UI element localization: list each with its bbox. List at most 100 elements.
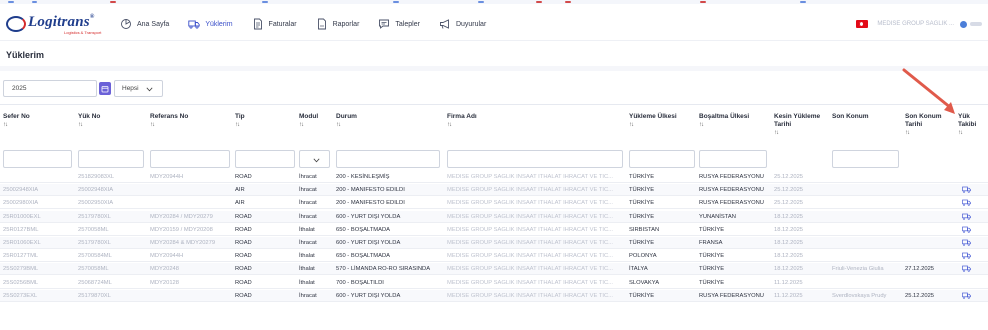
- nav-faturalar[interactable]: Faturalar: [252, 18, 297, 30]
- cell-modul: İhracat: [299, 174, 317, 180]
- cell-firma: MEDISE GROUP SAGLIK INSAAT ITHALAT IHRAC…: [447, 240, 614, 246]
- megaphone-icon: [439, 19, 449, 29]
- nav-duyurular[interactable]: Duyurular: [439, 18, 486, 30]
- filter-modul-select[interactable]: [299, 150, 330, 168]
- sort-icon[interactable]: ↑↓: [3, 121, 63, 129]
- sort-icon[interactable]: ↑↓: [235, 121, 275, 129]
- table-row[interactable]: 25002980XIA 25002950XIA AIR İhracat 200 - MA…: [0, 197, 988, 210]
- year-input[interactable]: 2025: [3, 80, 97, 97]
- turkey-flag-icon[interactable]: [856, 20, 869, 28]
- column-header-tip[interactable]: Tip ↑↓: [235, 113, 275, 147]
- avatar[interactable]: [960, 20, 967, 28]
- table-row[interactable]: 25002948XIA 25002948XIA AIR İhracat 200 - MA…: [0, 184, 988, 197]
- cell-konum: [832, 186, 902, 194]
- nav-raporlar[interactable]: Raporlar: [316, 18, 359, 30]
- cell-ref: MDY20128: [150, 279, 180, 286]
- cell-bosaltma: YUNANİSTAN: [699, 213, 736, 220]
- cell-sefer: 25R0127BML: [3, 226, 39, 233]
- browser-bookmark-strip: [0, 0, 988, 4]
- user-menu[interactable]: MEDISE GROUP SAGLIK ...: [856, 18, 982, 30]
- column-header-bosaltma-ulkesi[interactable]: Boşaltma Ülkesi ↑↓: [699, 113, 769, 147]
- sort-icon[interactable]: ↑↓: [958, 129, 986, 137]
- truck-tracking-icon[interactable]: [962, 213, 971, 220]
- sort-icon[interactable]: ↑↓: [905, 129, 945, 137]
- cell-yukleme: SLOVAKYA: [629, 279, 660, 286]
- cell-durum: 700 - BOŞALTILDI: [336, 279, 384, 286]
- truck-tracking-icon[interactable]: [962, 292, 971, 299]
- cell-durum: 200 - KESİNLEŞMİŞ: [336, 174, 390, 180]
- cell-durum: 650 - BOŞALTMADA: [336, 226, 391, 233]
- nav-talepler[interactable]: Talepler: [378, 18, 420, 30]
- cell-firma: MEDISE GROUP SAGLIK INSAAT ITHALAT IHRAC…: [447, 226, 614, 233]
- sort-icon[interactable]: ↑↓: [629, 121, 695, 129]
- sort-icon[interactable]: ↑↓: [774, 129, 828, 137]
- table-row[interactable]: 25S0279BML 2570058ML MDY20248 ROAD İthalat 57…: [0, 263, 988, 276]
- truck-tracking-icon[interactable]: [962, 226, 971, 233]
- calendar-button[interactable]: [99, 82, 111, 95]
- cell-tip: AIR: [235, 187, 245, 194]
- filter-firma-adi-input[interactable]: [447, 150, 623, 168]
- sort-icon[interactable]: ↑↓: [447, 121, 597, 129]
- table-row[interactable]: 25R01000EXL 25179780XL MDY20284 / MDY20279…: [0, 210, 988, 223]
- cell-yuk: 25179780XL: [78, 213, 111, 220]
- cell-modul: İhracat: [299, 200, 317, 207]
- cell-firma: MEDISE GROUP SAGLIK INSAAT ITHALAT IHRAC…: [447, 292, 614, 299]
- table-row[interactable]: 25R0127TML 25700584ML MDY20944H ROAD İthalat…: [0, 250, 988, 263]
- table-row[interactable]: 25S0273EXL 25179870XL ROAD İhracat 600 - YUR…: [0, 289, 988, 302]
- cell-yuk: 25179780XL: [78, 240, 111, 246]
- cell-yukleme: TÜRKİYE: [629, 240, 655, 246]
- sort-icon[interactable]: ↑↓: [150, 121, 220, 129]
- cell-modul: İhracat: [299, 187, 317, 194]
- sort-icon[interactable]: ↑↓: [699, 121, 769, 129]
- truck-tracking-icon[interactable]: [962, 252, 971, 259]
- sort-icon[interactable]: ↑↓: [336, 121, 436, 129]
- cell-modul: İhracat: [299, 240, 317, 246]
- table-row[interactable]: 25R0127BML 2570058ML MDY20159 / MDY20208 RO…: [0, 224, 988, 236]
- nav-ana-sayfa[interactable]: Ana Sayfa: [120, 18, 169, 30]
- truck-tracking-icon[interactable]: [962, 186, 971, 193]
- filter-referans-no-input[interactable]: [150, 150, 230, 168]
- cell-yuk: 2570058ML: [78, 226, 109, 233]
- column-header-son-konum[interactable]: Son Konum: [832, 113, 892, 147]
- filter-son-konum-input[interactable]: [832, 150, 899, 168]
- scope-select[interactable]: Hepsi: [114, 80, 163, 97]
- user-chevron-icon[interactable]: [970, 22, 982, 26]
- truck-icon: [188, 20, 200, 29]
- filter-tip-input[interactable]: [235, 150, 295, 168]
- cell-tip: ROAD: [235, 253, 252, 260]
- nav-yuklerim[interactable]: Yüklerim: [188, 18, 233, 30]
- nav-label: Ana Sayfa: [137, 20, 170, 28]
- truck-tracking-icon[interactable]: [962, 239, 971, 246]
- filter-durum-input[interactable]: [336, 150, 440, 168]
- sort-icon[interactable]: ↑↓: [78, 121, 138, 129]
- table-row[interactable]: 25R01060EXL 25179780XL MDY20284 & MDY20279…: [0, 237, 988, 249]
- cell-firma: MEDISE GROUP SAGLIK INSAAT ITHALAT IHRAC…: [447, 213, 614, 220]
- filter-sefer-no-input[interactable]: [3, 150, 72, 168]
- column-header-sefer-no[interactable]: Sefer No ↑↓: [3, 113, 63, 147]
- cell-durum: 600 - YURT DIŞI YOLDA: [336, 213, 401, 220]
- column-header-son-konum-tarihi[interactable]: Son Konum Tarihi ↑↓: [905, 113, 945, 147]
- cell-yukleme: POLONYA: [629, 253, 657, 260]
- filter-yukleme-ulkesi-input[interactable]: [629, 150, 695, 168]
- column-header-yuk-no[interactable]: Yük No ↑↓: [78, 113, 138, 147]
- truck-tracking-icon[interactable]: [962, 199, 971, 207]
- column-header-referans-no[interactable]: Referans No ↑↓: [150, 113, 220, 147]
- column-header-durum[interactable]: Durum ↑↓: [336, 113, 436, 147]
- sort-icon[interactable]: ↑↓: [299, 121, 334, 129]
- column-header-yuk-takibi[interactable]: Yük Takibi ↑↓: [958, 113, 986, 147]
- logitrans-logo[interactable]: Logitrans® Logistics & Transport: [6, 14, 126, 35]
- table-row[interactable]: 25S0256BML 25068724ML MDY20128 ROAD İthalat 7…: [0, 277, 988, 289]
- table-row[interactable]: 251829083XL MDY20944H ROAD İhracat 200 - KES…: [0, 171, 988, 183]
- truck-tracking-icon[interactable]: [962, 265, 971, 273]
- cell-sefer: 25S0256BML: [3, 279, 39, 286]
- filter-yuk-no-input[interactable]: [78, 150, 144, 168]
- column-header-firma-adi[interactable]: Firma Adı ↑↓: [447, 113, 597, 147]
- column-header-kesin-yukleme-tarihi[interactable]: Kesin Yükleme Tarihi ↑↓: [774, 113, 828, 147]
- cell-yukleme: TÜRKİYE: [629, 200, 655, 207]
- cell-ref: MDY20944H: [150, 253, 184, 260]
- filter-bosaltma-ulkesi-input[interactable]: [699, 150, 767, 168]
- column-header-modul[interactable]: Modul ↑↓: [299, 113, 334, 147]
- cell-konum-tarihi: [905, 199, 950, 207]
- column-header-yukleme-ulkesi[interactable]: Yükleme Ülkesi ↑↓: [629, 113, 695, 147]
- cell-sefer: 25002948XIA: [3, 187, 39, 194]
